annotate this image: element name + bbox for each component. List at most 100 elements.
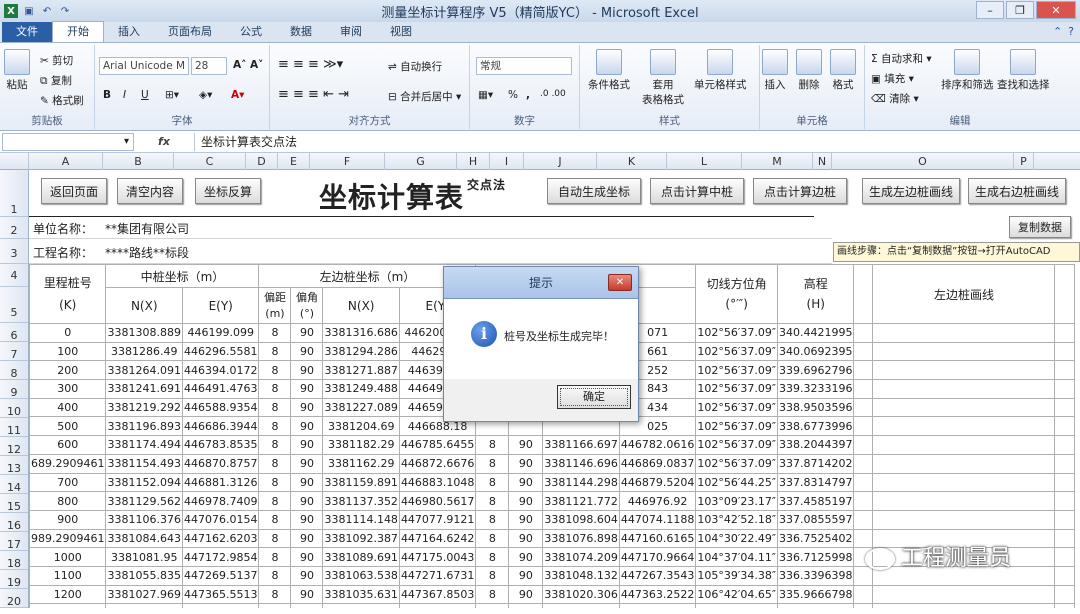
table-cell[interactable]: 340.4421995 xyxy=(776,323,855,343)
table-cell[interactable]: 447271.6731 xyxy=(398,565,477,586)
table-cell[interactable]: 3381174.494 xyxy=(105,435,183,455)
table-cell[interactable]: 90 xyxy=(508,547,544,567)
table-cell[interactable]: 8 xyxy=(258,528,292,549)
table-cell[interactable]: 446872.6676 xyxy=(398,453,477,474)
table-cell[interactable] xyxy=(872,603,1056,608)
row-6[interactable]: 6 xyxy=(0,323,28,342)
table-cell[interactable]: 102°56′37.09″ xyxy=(695,360,778,381)
font-name-select[interactable]: Arial Unicode M xyxy=(99,57,189,75)
row-20[interactable]: 20 xyxy=(0,589,28,608)
table-cell[interactable]: 3381114.148 xyxy=(322,509,400,530)
table-cell[interactable]: 102°56′37.09″ xyxy=(695,323,778,343)
project-value[interactable]: ****路线**标段 xyxy=(105,244,189,261)
table-cell[interactable]: 102°56′37.09″ xyxy=(695,453,778,474)
table-cell[interactable]: 337.8314797 xyxy=(776,472,855,493)
table-cell[interactable]: 446588.9354 xyxy=(181,397,260,418)
table-cell[interactable]: 689.2909461 xyxy=(29,453,107,474)
table-cell[interactable]: 8 xyxy=(475,584,510,605)
table-cell[interactable] xyxy=(853,509,874,530)
col-n[interactable]: N xyxy=(813,153,832,170)
table-cell[interactable]: 500 xyxy=(29,416,107,437)
table-cell[interactable]: 90 xyxy=(508,565,544,586)
table-cell[interactable]: 446869.0837 xyxy=(618,453,697,474)
border-icon[interactable]: ⊞▾ xyxy=(165,89,179,101)
inverse-calc-button[interactable]: 坐标反算 xyxy=(195,178,261,204)
table-cell[interactable]: 90 xyxy=(508,453,544,474)
table-cell[interactable] xyxy=(872,584,1056,605)
row-17[interactable]: 17 xyxy=(0,532,28,551)
table-cell[interactable] xyxy=(1054,323,1076,343)
table-cell[interactable]: 90 xyxy=(290,341,324,362)
row-2[interactable]: 2 xyxy=(0,217,28,239)
clear-button[interactable]: ⌫ 清除 ▾ xyxy=(871,91,919,106)
table-cell[interactable] xyxy=(872,397,1056,418)
table-cell[interactable]: 447170.9664 xyxy=(618,547,697,567)
table-cell[interactable]: 446881.3126 xyxy=(181,472,260,493)
table-cell[interactable] xyxy=(853,323,874,343)
table-cell[interactable]: 90 xyxy=(290,379,324,399)
table-cell[interactable]: 8 xyxy=(475,435,510,455)
table-cell[interactable]: 3381092.387 xyxy=(322,528,400,549)
table-cell[interactable]: 104°37′04.11″ xyxy=(695,547,778,567)
table-cell[interactable] xyxy=(853,472,874,493)
tab-formulas[interactable]: 公式 xyxy=(226,22,276,42)
table-cell[interactable]: 337.8714202 xyxy=(776,453,855,474)
table-cell[interactable]: 337.4585197 xyxy=(776,491,855,511)
table-cell[interactable]: 90 xyxy=(290,603,324,608)
minimize-button[interactable]: – xyxy=(976,1,1004,19)
cell-styles-button[interactable]: 单元格样式 xyxy=(694,49,747,92)
company-value[interactable]: **集团有限公司 xyxy=(105,220,189,237)
row-13[interactable]: 13 xyxy=(0,456,28,475)
row-16[interactable]: 16 xyxy=(0,513,28,532)
table-cell[interactable]: 447461.0664 xyxy=(181,603,260,608)
table-cell[interactable]: 336.7125998 xyxy=(776,547,855,567)
table-cell[interactable]: 3380998.361 xyxy=(105,603,183,608)
copy-data-button[interactable]: 复制数据 xyxy=(1009,216,1071,238)
sort-filter-button[interactable]: 排序和筛选 xyxy=(941,49,994,92)
format-as-table-button[interactable]: 套用 表格格式 xyxy=(642,49,684,107)
table-cell[interactable]: 447172.9854 xyxy=(181,547,260,567)
table-cell[interactable]: 3381027.969 xyxy=(105,584,183,605)
table-cell[interactable]: 447077.9121 xyxy=(398,509,477,530)
table-cell[interactable] xyxy=(1054,416,1076,437)
table-cell[interactable]: 3381204.69 xyxy=(322,416,400,437)
table-cell[interactable]: 446978.7409 xyxy=(181,491,260,511)
table-cell[interactable]: 339.3233196 xyxy=(776,379,855,399)
table-cell[interactable] xyxy=(1054,491,1076,511)
percent-button[interactable]: % xyxy=(508,89,518,101)
table-cell[interactable]: 90 xyxy=(290,528,324,549)
table-cell[interactable]: 100 xyxy=(29,341,107,362)
table-cell[interactable]: 90 xyxy=(508,472,544,493)
back-page-button[interactable]: 返回页面 xyxy=(41,178,107,204)
table-cell[interactable]: 8 xyxy=(258,397,292,418)
table-cell[interactable]: 90 xyxy=(508,584,544,605)
table-cell[interactable]: 90 xyxy=(290,397,324,418)
table-cell[interactable] xyxy=(1054,453,1076,474)
tab-page-layout[interactable]: 页面布局 xyxy=(154,22,226,42)
table-cell[interactable]: 340.0692395 xyxy=(776,341,855,362)
table-cell[interactable]: 3381294.286 xyxy=(322,341,400,362)
left-line-button[interactable]: 生成左边桩画线 xyxy=(862,178,960,204)
table-cell[interactable]: 989.2909461 xyxy=(29,528,107,549)
tab-file[interactable]: 文件 xyxy=(2,22,52,42)
table-cell[interactable]: 8 xyxy=(258,509,292,530)
align-left-icon[interactable]: ≡ ≡ ≡ ⇤ ⇥ xyxy=(278,87,349,102)
row-14[interactable]: 14 xyxy=(0,475,28,494)
table-cell[interactable]: 3381074.209 xyxy=(542,547,620,567)
table-cell[interactable]: 102°56′37.09″ xyxy=(695,397,778,418)
table-cell[interactable]: 90 xyxy=(290,472,324,493)
table-cell[interactable]: 8 xyxy=(258,603,292,608)
table-cell[interactable] xyxy=(872,491,1056,511)
table-cell[interactable]: 446686.3944 xyxy=(181,416,260,437)
row-19[interactable]: 19 xyxy=(0,570,28,589)
font-color-icon[interactable]: A▾ xyxy=(231,89,244,101)
underline-button[interactable]: U xyxy=(141,89,149,101)
table-cell[interactable]: 8 xyxy=(258,491,292,511)
table-cell[interactable] xyxy=(853,416,874,437)
table-cell[interactable]: 447458.6284 xyxy=(618,603,697,608)
table-cell[interactable]: 447463.5043 xyxy=(398,603,477,608)
table-cell[interactable]: 90 xyxy=(290,509,324,530)
table-cell[interactable]: 3381035.631 xyxy=(322,584,400,605)
table-cell[interactable]: 600 xyxy=(29,435,107,455)
table-cell[interactable] xyxy=(1054,565,1076,586)
